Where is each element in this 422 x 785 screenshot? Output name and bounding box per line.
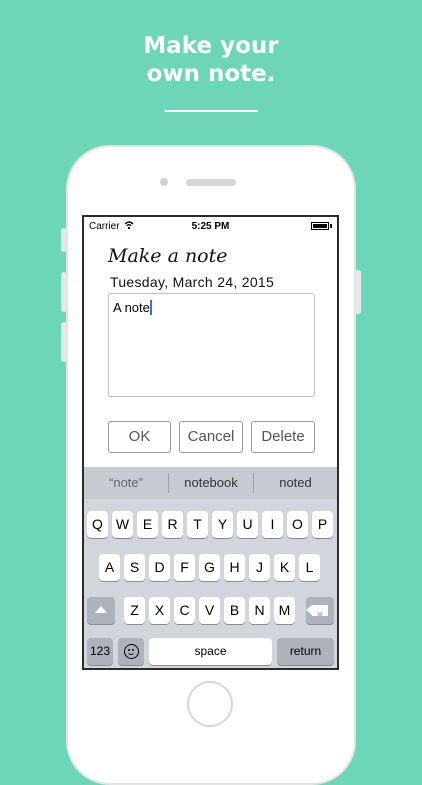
key-a[interactable]: A — [99, 554, 120, 581]
phone-power-button — [355, 270, 361, 314]
suggestion-bar: “note” notebook noted — [84, 467, 337, 499]
status-bar: Carrier 5:25 PM — [84, 217, 337, 235]
home-button[interactable] — [187, 681, 233, 727]
earpiece-speaker — [186, 179, 236, 186]
battery-tip — [330, 224, 332, 228]
promo-line-1: Make your — [143, 33, 279, 59]
ok-button[interactable]: OK — [108, 421, 171, 453]
key-y[interactable]: Y — [212, 511, 233, 538]
text-cursor — [149, 300, 152, 315]
key-q[interactable]: Q — [87, 511, 108, 538]
key-w[interactable]: W — [112, 511, 133, 538]
phone-screen: Carrier 5:25 PM Make a note Tuesday, Mar… — [82, 215, 339, 670]
return-key[interactable]: return — [277, 638, 334, 665]
key-j[interactable]: J — [249, 554, 270, 581]
key-c[interactable]: C — [174, 597, 195, 624]
key-s[interactable]: S — [124, 554, 145, 581]
keyboard-row-4: 123 space return — [84, 638, 337, 665]
numbers-key[interactable]: 123 — [87, 638, 113, 665]
key-u[interactable]: U — [237, 511, 258, 538]
key-l[interactable]: L — [299, 554, 320, 581]
keyboard-row-3: Z X C V B N M — [84, 597, 337, 629]
key-o[interactable]: O — [287, 511, 308, 538]
backspace-icon[interactable] — [306, 597, 334, 629]
key-e[interactable]: E — [137, 511, 158, 538]
key-d[interactable]: D — [149, 554, 170, 581]
note-text: A note — [113, 300, 150, 315]
keyboard-row-1: Q W E R T Y U I O P — [84, 511, 337, 538]
keyboard-row-2: A S D F G H J K L — [84, 554, 337, 581]
key-h[interactable]: H — [224, 554, 245, 581]
delete-button[interactable]: Delete — [251, 421, 315, 453]
key-n[interactable]: N — [249, 597, 270, 624]
suggestion-item[interactable]: “note” — [84, 467, 168, 499]
key-b[interactable]: B — [224, 597, 245, 624]
suggestion-item[interactable]: noted — [254, 467, 337, 499]
space-key[interactable]: space — [149, 638, 272, 665]
battery-icon — [311, 222, 329, 230]
key-m[interactable]: M — [274, 597, 295, 624]
shift-icon[interactable] — [87, 597, 115, 624]
note-text-area[interactable]: A note — [108, 293, 315, 397]
suggestion-item[interactable]: notebook — [169, 467, 253, 499]
key-x[interactable]: X — [149, 597, 170, 624]
status-time: 5:25 PM — [191, 221, 230, 232]
key-g[interactable]: G — [199, 554, 220, 581]
front-camera — [160, 178, 168, 186]
key-i[interactable]: I — [262, 511, 283, 538]
key-z[interactable]: Z — [124, 597, 145, 624]
promo-headline: Make your own note. — [0, 32, 422, 88]
cancel-button[interactable]: Cancel — [179, 421, 243, 453]
promo-line-2: own note. — [146, 61, 276, 87]
key-t[interactable]: T — [187, 511, 208, 538]
note-date: Tuesday, March 24, 2015 — [110, 274, 275, 290]
key-r[interactable]: R — [162, 511, 183, 538]
key-v[interactable]: V — [199, 597, 220, 624]
key-k[interactable]: K — [274, 554, 295, 581]
headline-underline — [164, 110, 258, 112]
key-p[interactable]: P — [312, 511, 333, 538]
emoji-icon[interactable] — [118, 638, 144, 665]
keyboard: “note” notebook noted Q W E R T Y U I O … — [84, 467, 337, 668]
page-title: Make a note — [108, 245, 228, 267]
key-f[interactable]: F — [174, 554, 195, 581]
